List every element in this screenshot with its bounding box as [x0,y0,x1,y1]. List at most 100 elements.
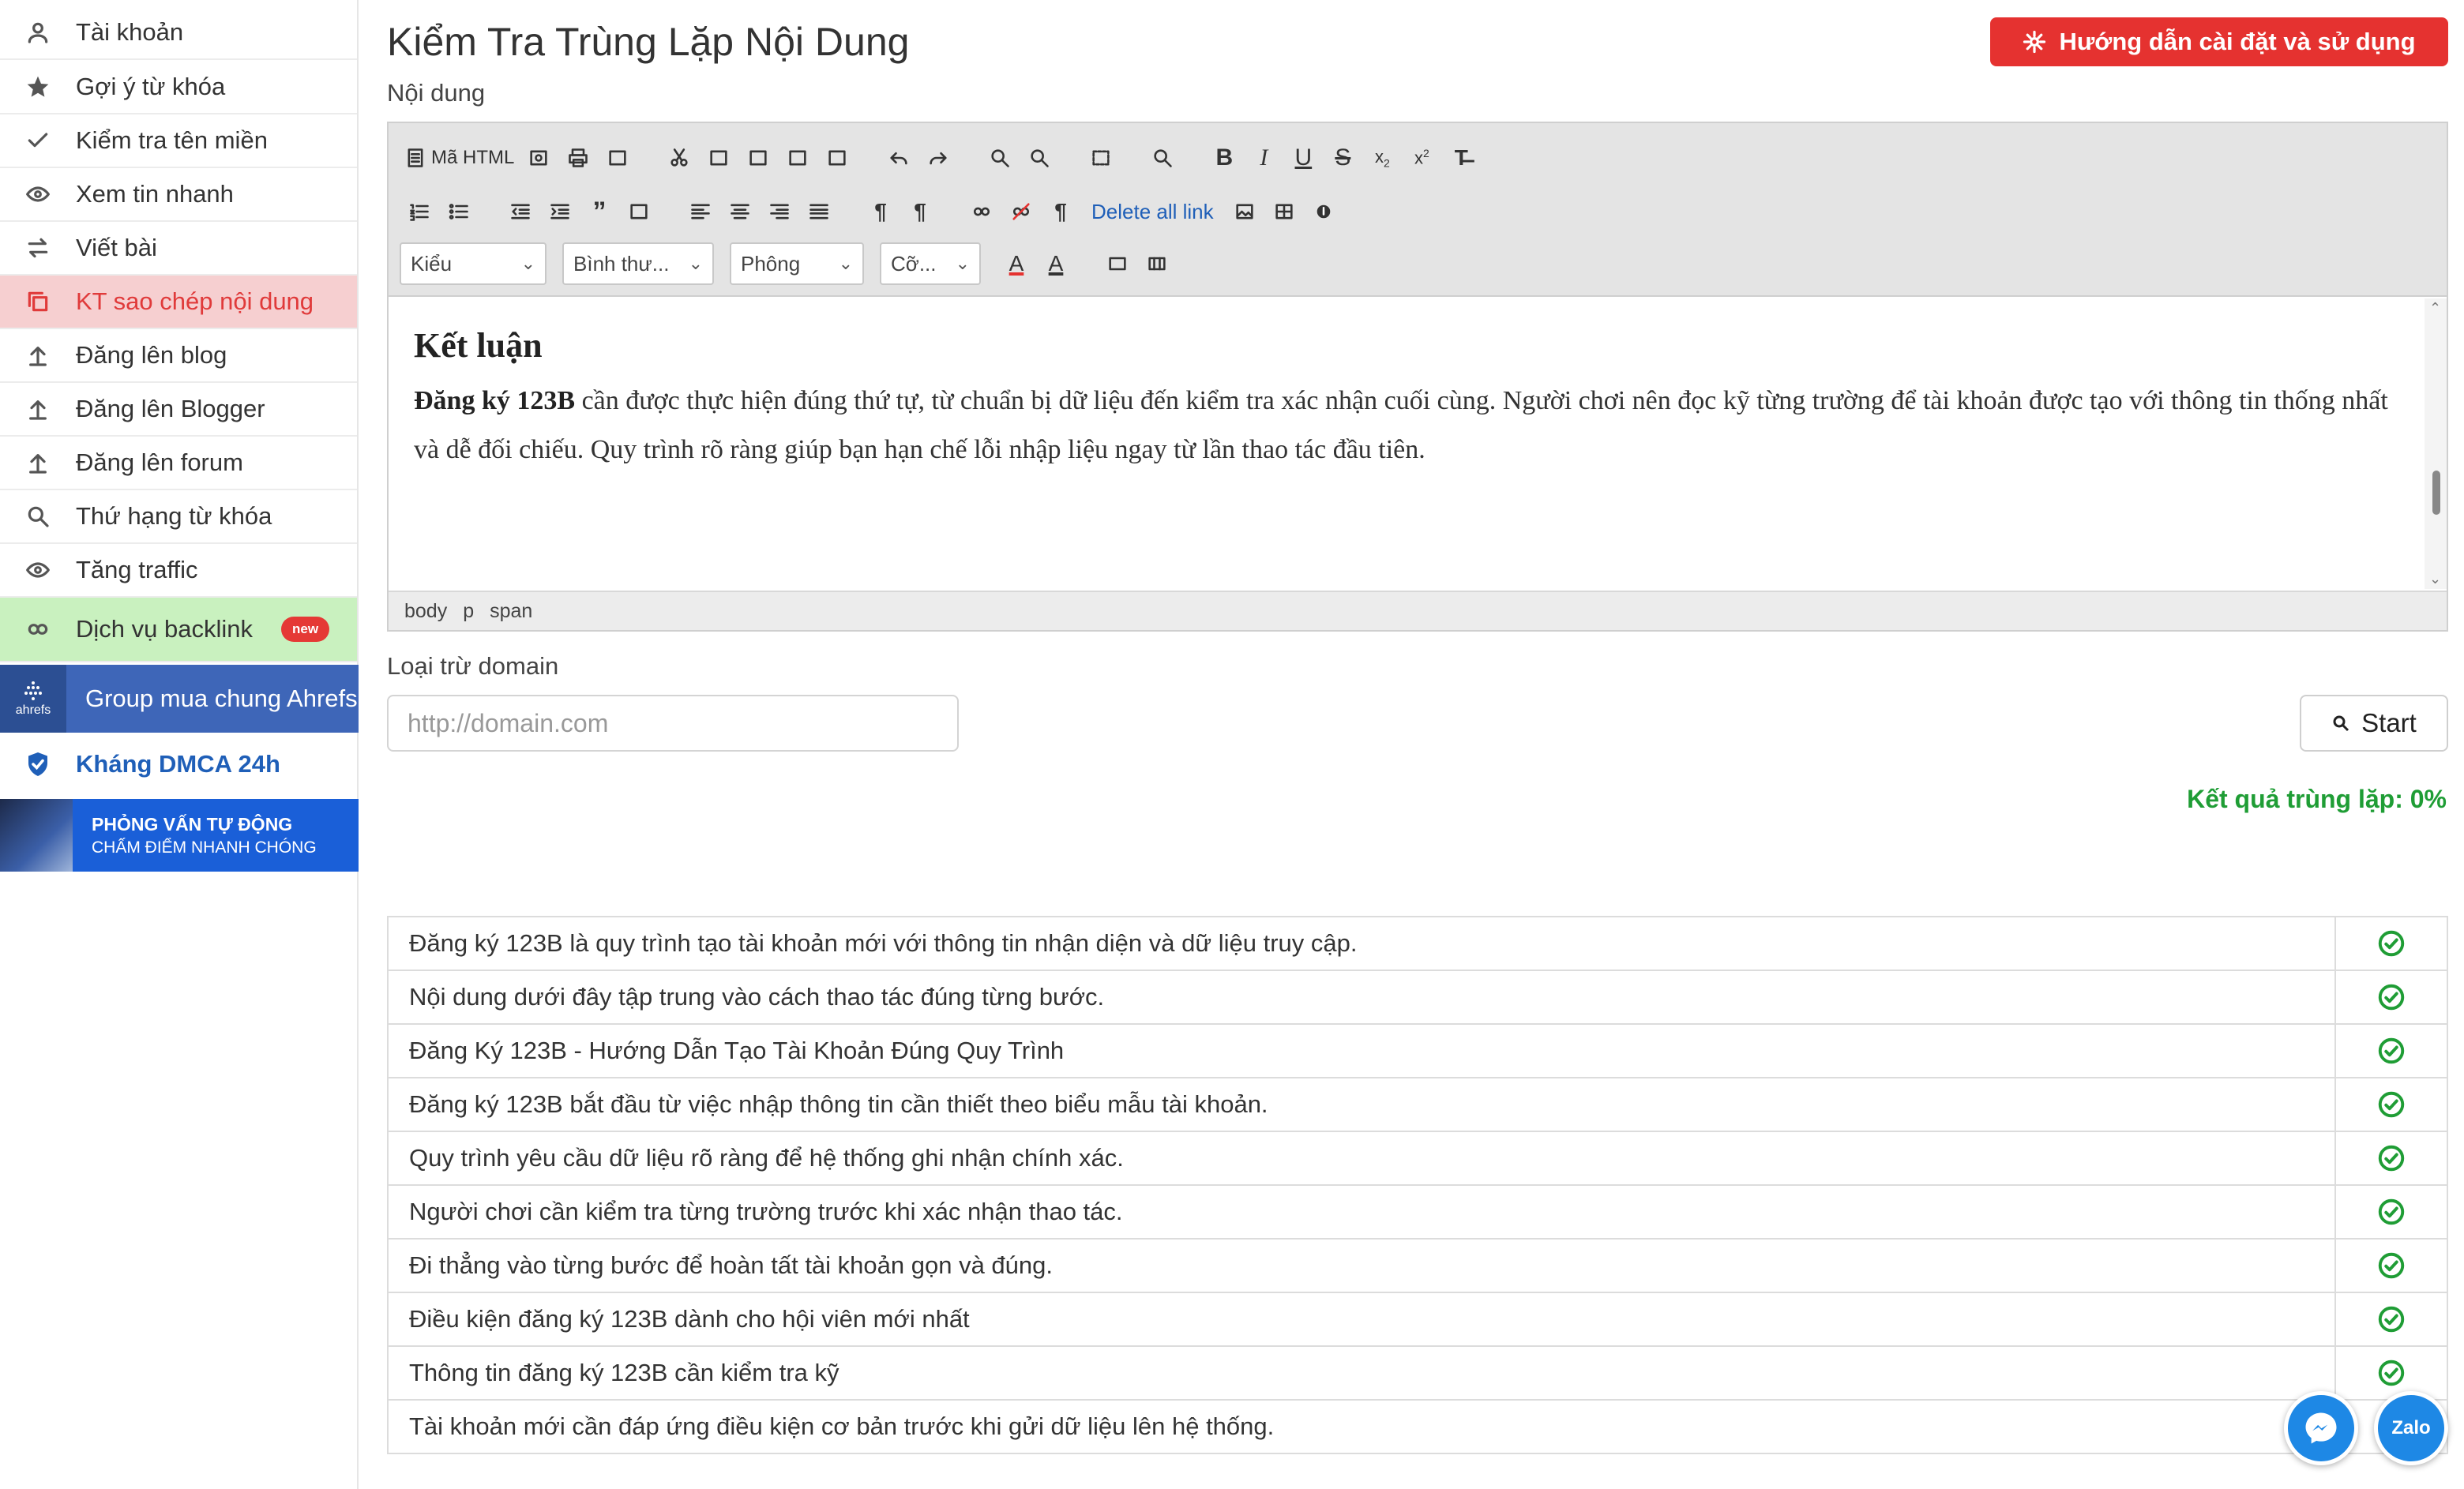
font-select[interactable]: Phông ⌄ [730,242,864,285]
outdent-button[interactable] [501,193,540,231]
align-center-button[interactable] [720,193,760,231]
show-blocks-button[interactable] [1137,245,1177,283]
table-button[interactable] [1264,193,1304,231]
ahrefs-logo: ahrefs [0,665,66,733]
sidebar-item-copy-check[interactable]: KT sao chép nội dung [0,276,357,329]
delete-all-links-button[interactable]: Delete all link [1080,200,1225,224]
rtl-button[interactable]: ¶ [900,193,940,231]
source-button[interactable]: Mã HTML [400,139,519,177]
indent-icon [550,204,569,219]
path-body[interactable]: body [404,600,447,623]
align-left-button[interactable] [681,193,720,231]
sidebar-item-account[interactable]: Tài khoản [0,6,357,60]
sidebar-item-domain-check[interactable]: Kiểm tra tên miền [0,114,357,168]
paste-word-button[interactable] [817,139,857,177]
path-p[interactable]: p [463,600,474,623]
sidebar-item-label: Đăng lên blog [76,341,227,369]
div-button[interactable] [619,193,659,231]
superscript-button[interactable]: x2 [1402,139,1441,177]
paste-text-button[interactable] [778,139,817,177]
sidebar-item-post-forum[interactable]: Đăng lên forum [0,437,357,490]
sidebar-item-traffic[interactable]: Tăng traffic [0,544,357,598]
paste-button[interactable] [738,139,778,177]
replace-button[interactable] [1020,139,1059,177]
editor-scroll-thumb[interactable] [2432,471,2440,515]
sidebar-interview-banner[interactable]: PHỎNG VẤN TỰ ĐỘNG CHẤM ĐIỂM NHANH CHÓNG [0,799,359,872]
sidebar-dmca[interactable]: Kháng DMCA 24h [0,737,359,791]
italic-button[interactable]: I [1244,139,1283,177]
blockquote-button[interactable]: ” [580,193,619,231]
align-right-icon [770,204,789,219]
pilcrow-rtl-icon: ¶ [914,199,926,223]
print-button[interactable] [558,139,598,177]
numbered-list-button[interactable] [400,193,439,231]
sidebar-item-post-blog[interactable]: Đăng lên blog [0,329,357,383]
image-button[interactable] [1225,193,1264,231]
zalo-chat-button[interactable]: Zalo [2374,1391,2448,1465]
table-row: Đi thẳng vào từng bước để hoàn tất tài k… [389,1240,2447,1293]
redo-button[interactable] [918,139,958,177]
link-button[interactable] [962,193,1001,231]
indent-button[interactable] [540,193,580,231]
pilcrow-ltr-icon: ¶ [874,199,887,223]
align-right-button[interactable] [760,193,799,231]
content-paragraph: Đăng ký 123B cần được thực hiện đúng thứ… [414,377,2391,474]
underline-icon: U [1294,144,1313,171]
strike-button[interactable]: S [1323,139,1362,177]
sidebar-item-label: Tài khoản [76,18,184,46]
guide-button[interactable]: Hướng dẫn cài đặt và sử dụng [1990,17,2448,66]
upload-icon [0,328,76,382]
bg-color-button[interactable]: A [1036,245,1076,283]
anchor-button[interactable]: ¶ [1041,193,1080,231]
align-left-icon [691,204,710,219]
select-all-icon [1092,150,1110,166]
preview-button[interactable] [519,139,558,177]
sidebar-item-post-blogger[interactable]: Đăng lên Blogger [0,383,357,437]
unlink-button[interactable] [1001,193,1041,231]
find-button[interactable] [980,139,1020,177]
format-select[interactable]: Bình thư... ⌄ [562,242,714,285]
copy-button[interactable] [699,139,738,177]
table-row: Nội dung dưới đây tập trung vào cách tha… [389,971,2447,1025]
sidebar-ahrefs-group[interactable]: ahrefs Group mua chung Ahrefs [0,665,359,733]
editor-content-area[interactable]: Kết luận Đăng ký 123B cần được thực hiện… [389,298,2447,589]
sidebar-item-keyword-rank[interactable]: Thứ hạng từ khóa [0,490,357,544]
spellcheck-button[interactable] [1143,139,1182,177]
messenger-icon [2305,1412,2337,1444]
link-icon [0,602,76,656]
style-select[interactable]: Kiểu ⌄ [400,242,547,285]
maximize-button[interactable] [1098,245,1137,283]
anchor-icon: ¶ [1054,199,1067,223]
about-button[interactable] [1304,193,1343,231]
search-icon [0,489,76,543]
messenger-chat-button[interactable] [2284,1391,2358,1465]
text-color-button[interactable]: A [997,245,1036,283]
undo-button[interactable] [879,139,918,177]
result-sentence: Người chơi cần kiểm tra từng trường trướ… [389,1186,2336,1238]
bold-icon: B [1215,144,1234,171]
subscript-button[interactable]: x2 [1362,139,1402,177]
sidebar-item-backlink[interactable]: Dịch vụ backlink new [0,598,357,662]
duplicate-result-label: Kết quả trùng lặp: 0% [2187,785,2447,813]
cut-button[interactable] [659,139,699,177]
clear-format-icon: T̶ [1454,145,1468,170]
template-button[interactable] [598,139,637,177]
exclude-domain-input[interactable] [387,695,959,752]
ltr-button[interactable]: ¶ [861,193,900,231]
start-button[interactable]: Start [2300,695,2448,752]
sidebar-item-quick-news[interactable]: Xem tin nhanh [0,168,357,222]
remove-format-button[interactable]: T̶ [1441,139,1481,177]
path-span[interactable]: span [490,600,532,623]
bullet-list-button[interactable] [439,193,479,231]
editor-toolbar: Mã HTML B I U S x2 x2 T̶ ” ¶ ¶ ¶ Delete … [389,123,2447,297]
justify-button[interactable] [799,193,839,231]
link-icon [973,207,990,216]
select-all-button[interactable] [1081,139,1121,177]
bold-button[interactable]: B [1204,139,1244,177]
sidebar-item-write-post[interactable]: Viết bài [0,222,357,276]
replace-icon [1031,149,1050,167]
editor-scrollbar[interactable]: ⌃ ⌄ [2425,298,2447,589]
sidebar-item-keyword-suggest[interactable]: Gợi ý từ khóa [0,61,357,114]
size-select[interactable]: Cỡ... ⌄ [880,242,981,285]
underline-button[interactable]: U [1283,139,1323,177]
